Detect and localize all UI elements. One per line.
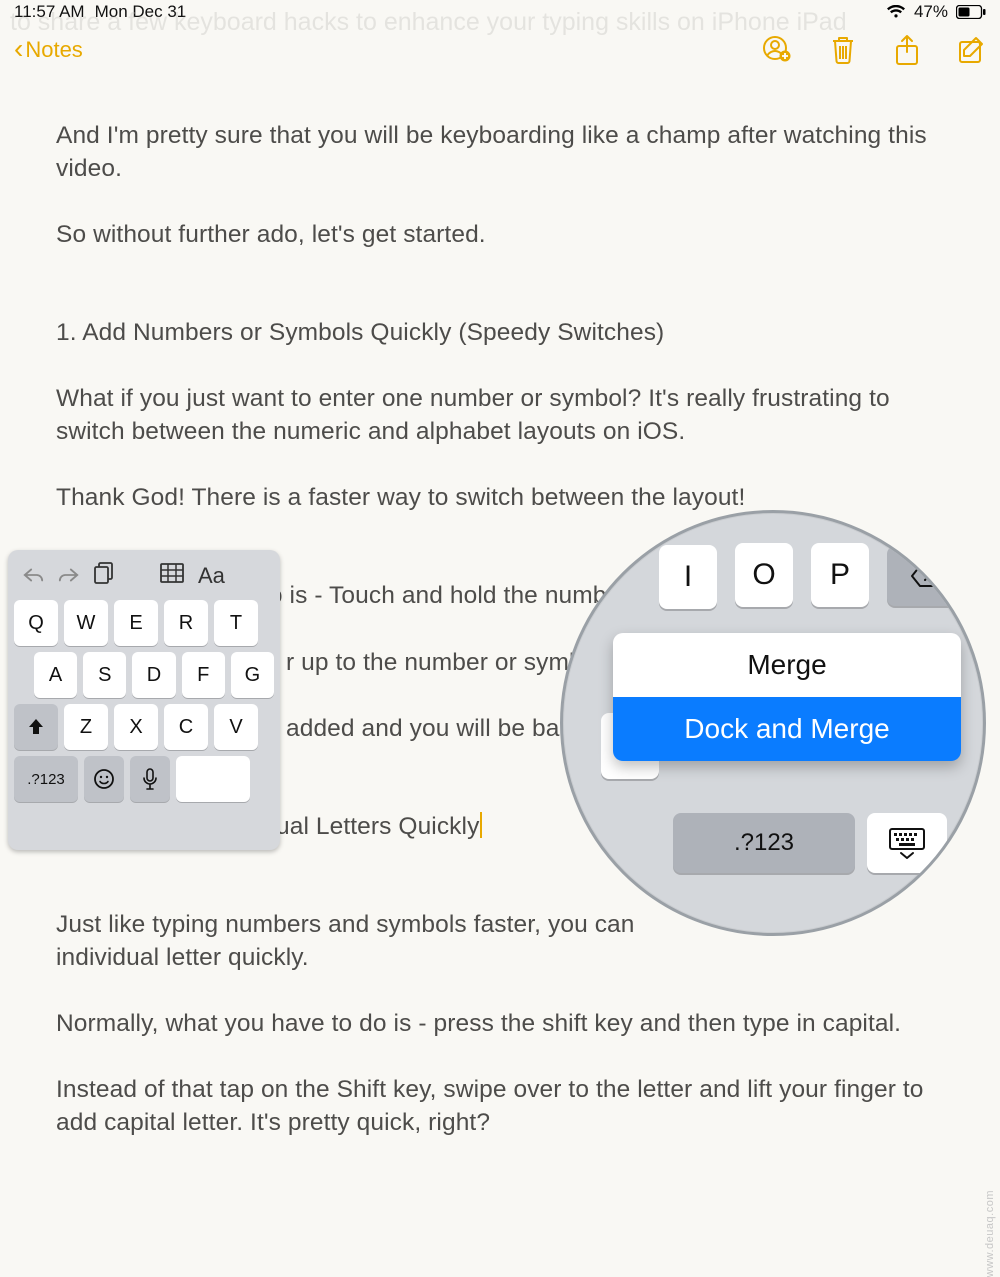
note-paragraph: 1. Add Numbers or Symbols Quickly (Speed… <box>56 316 944 349</box>
status-bar: 11:57 AM Mon Dec 31 47% <box>0 0 1000 24</box>
navigation-bar: ‹ Notes <box>0 24 1000 76</box>
keyboard-row: Q W E R T <box>14 600 274 646</box>
merge-option[interactable]: Merge <box>613 633 961 697</box>
backspace-key[interactable] <box>887 546 967 606</box>
key-g[interactable]: G <box>231 652 274 698</box>
trash-icon[interactable] <box>830 35 856 65</box>
note-paragraph: Thank God! There is a faster way to swit… <box>56 481 944 514</box>
key-r[interactable]: R <box>164 600 208 646</box>
battery-percent: 47% <box>914 2 948 22</box>
key-t[interactable]: T <box>214 600 258 646</box>
key-z[interactable]: Z <box>64 704 108 750</box>
add-collaborator-icon[interactable] <box>762 35 792 65</box>
key-e[interactable]: E <box>114 600 158 646</box>
key-i[interactable]: I <box>659 545 717 609</box>
keyboard-row: Z X C V <box>14 704 274 750</box>
dock-and-merge-option[interactable]: Dock and Merge <box>613 697 961 761</box>
key-v[interactable]: V <box>214 704 258 750</box>
status-date: Mon Dec 31 <box>95 2 187 22</box>
dismiss-keyboard-key[interactable] <box>867 813 947 873</box>
numeric-switch-key[interactable]: .?123 <box>14 756 78 802</box>
keyboard-zoom-callout: I O P N Merge Dock and Merge .?123 <box>560 510 986 936</box>
numeric-switch-key[interactable]: .?123 <box>673 813 855 873</box>
key-q[interactable]: Q <box>14 600 58 646</box>
split-keyboard-left: Aa Q W E R T A S D F G Z X C V .?123 <box>8 550 280 850</box>
note-paragraph: So without further ado, let's get starte… <box>56 218 944 251</box>
note-paragraph: And I'm pretty sure that you will be key… <box>56 119 944 185</box>
note-paragraph: Normally, what you have to do is - press… <box>56 1007 944 1040</box>
keyboard-merge-menu: Merge Dock and Merge <box>613 633 961 761</box>
watermark: www.deuaq.com <box>984 1190 996 1277</box>
key-s[interactable]: S <box>83 652 126 698</box>
wifi-icon <box>886 5 906 19</box>
shift-key[interactable] <box>14 704 58 750</box>
space-key[interactable] <box>176 756 250 802</box>
note-paragraph: What if you just want to enter one numbe… <box>56 382 944 448</box>
keyboard-row: A S D F G <box>14 652 274 698</box>
text-format-icon[interactable]: Aa <box>198 563 225 589</box>
back-button[interactable]: ‹ Notes <box>14 37 83 63</box>
key-p[interactable]: P <box>811 543 869 607</box>
clipboard-icon[interactable] <box>94 562 114 590</box>
key-c[interactable]: C <box>164 704 208 750</box>
redo-icon[interactable] <box>58 563 80 589</box>
key-f[interactable]: F <box>182 652 225 698</box>
dictation-key[interactable] <box>130 756 170 802</box>
keyboard-row: .?123 <box>14 756 274 802</box>
emoji-key[interactable] <box>84 756 124 802</box>
status-time: 11:57 AM <box>14 2 85 22</box>
table-icon[interactable] <box>160 563 184 589</box>
chevron-left-icon: ‹ <box>14 35 23 63</box>
back-label: Notes <box>25 37 82 63</box>
battery-icon <box>956 5 986 19</box>
share-icon[interactable] <box>894 34 920 66</box>
key-o[interactable]: O <box>735 543 793 607</box>
key-d[interactable]: D <box>132 652 175 698</box>
compose-icon[interactable] <box>958 36 986 64</box>
key-a[interactable]: A <box>34 652 77 698</box>
keyboard-toolbar: Aa <box>14 556 274 600</box>
text-caret <box>480 812 482 838</box>
note-paragraph: Instead of that tap on the Shift key, sw… <box>56 1073 944 1139</box>
key-x[interactable]: X <box>114 704 158 750</box>
key-w[interactable]: W <box>64 600 108 646</box>
undo-icon[interactable] <box>22 563 44 589</box>
note-paragraph: individual letter quickly. <box>56 941 944 974</box>
